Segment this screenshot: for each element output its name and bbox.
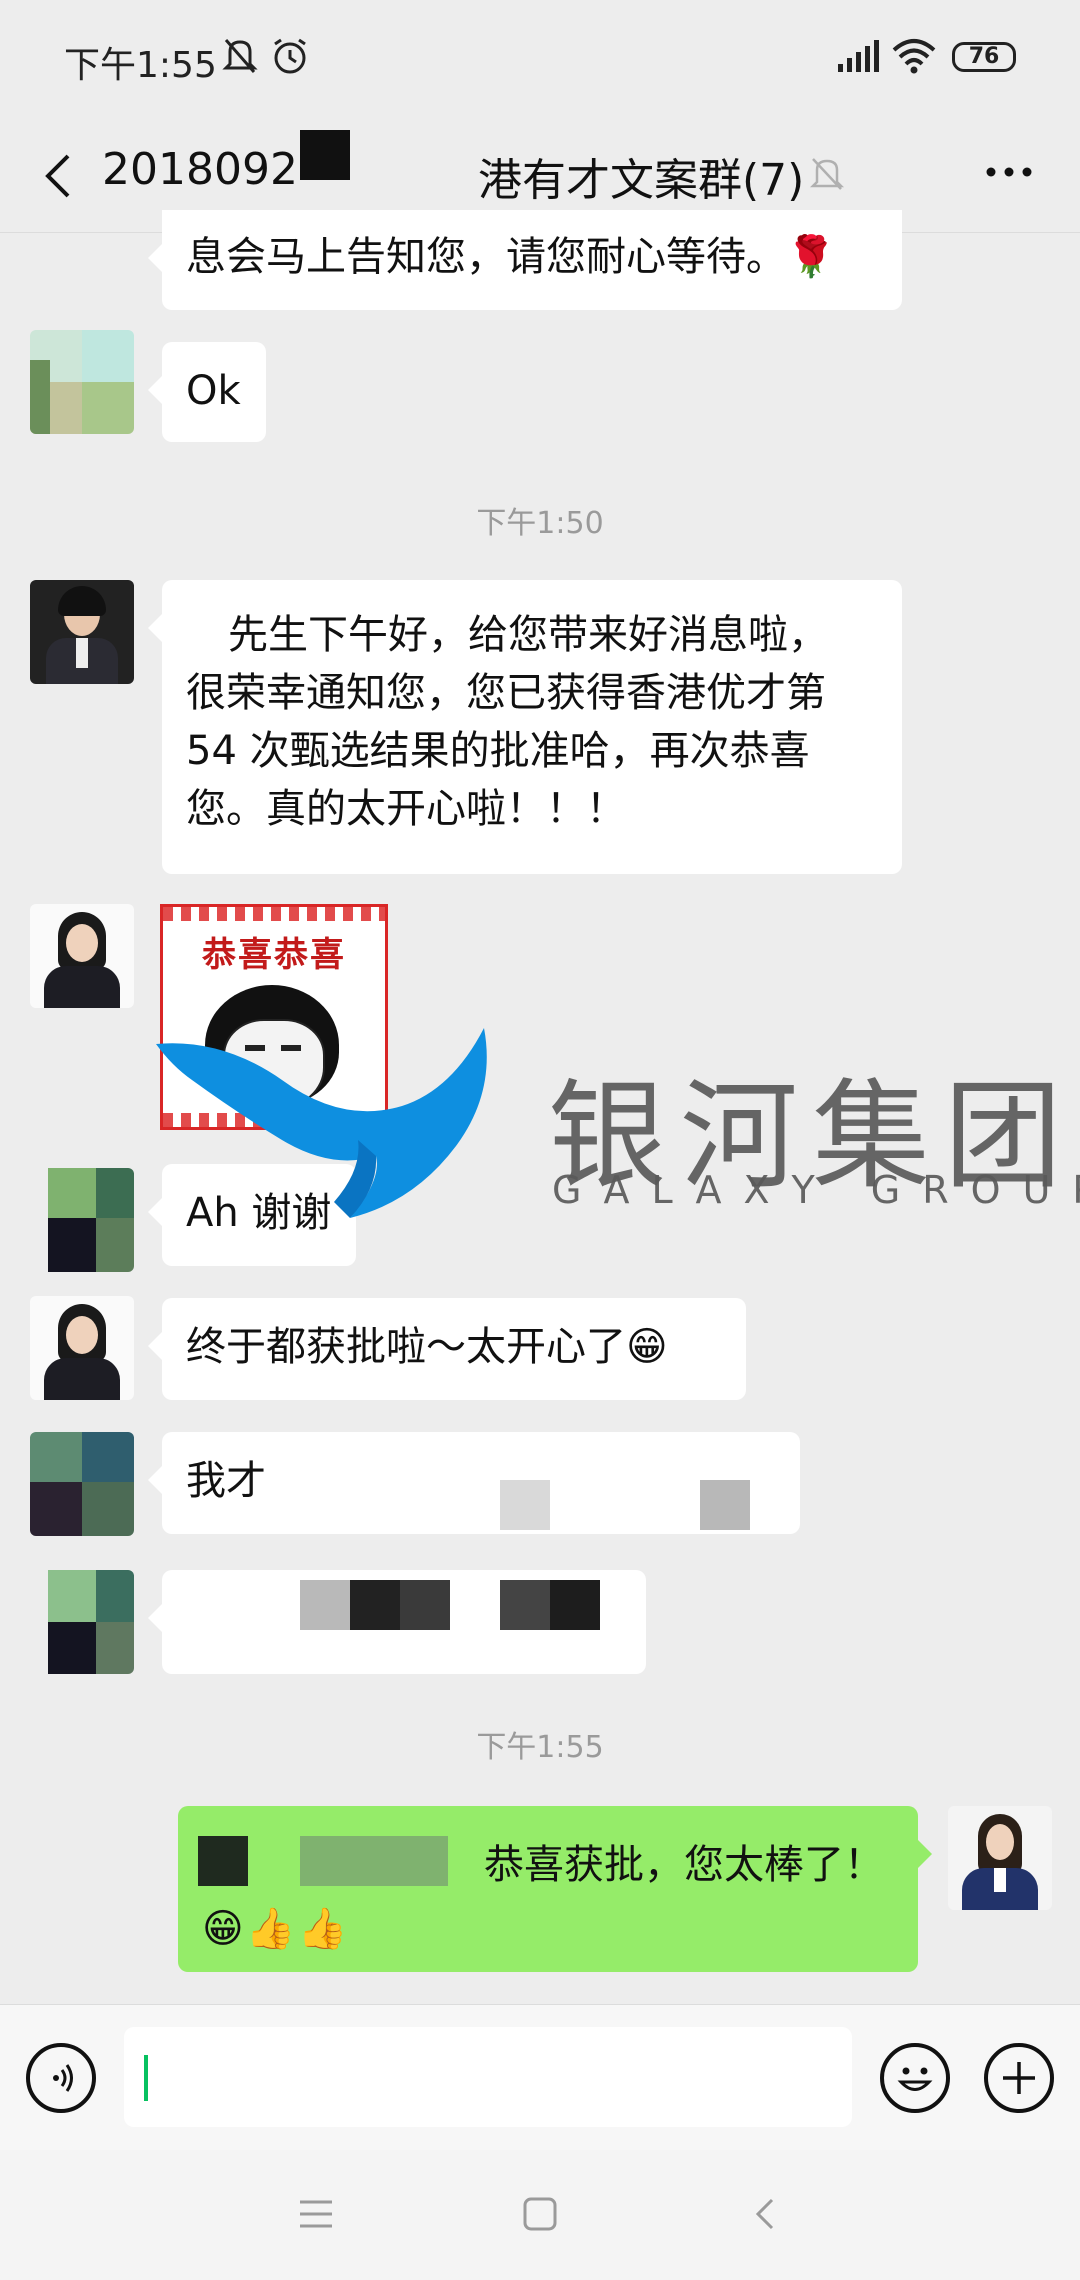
avatar[interactable] xyxy=(30,1296,134,1400)
bell-off-icon xyxy=(809,158,845,190)
signal-icon xyxy=(838,40,879,72)
message-input[interactable] xyxy=(124,2027,852,2127)
message-line: 先生下午好，给您带来好消息啦， xyxy=(228,612,828,658)
sticker-caption: 恭喜恭喜 xyxy=(202,935,346,975)
muted-notification-icon xyxy=(222,39,258,73)
redacted-block xyxy=(300,1580,350,1630)
battery-level: 76 xyxy=(968,44,1000,69)
back-nav-icon[interactable] xyxy=(746,2194,786,2234)
emoji-icon[interactable] xyxy=(880,2043,950,2113)
avatar[interactable] xyxy=(30,904,134,1008)
my-message-bubble[interactable]: 恭喜获批，您太棒了！ 😁👍👍 xyxy=(178,1806,932,1972)
avatar[interactable] xyxy=(30,1570,134,1674)
chat-title-prefix: 2018092 xyxy=(102,144,298,195)
message-bubble[interactable]: 终于都获批啦～太开心了😁 xyxy=(148,1298,746,1400)
redacted-block xyxy=(350,1580,400,1630)
wifi-icon xyxy=(892,39,936,74)
alarm-icon xyxy=(274,38,306,74)
chevron-left-icon[interactable] xyxy=(30,146,90,206)
status-bar: 下午1:55 76 xyxy=(0,0,1080,120)
timestamp: 下午1:50 xyxy=(476,506,604,541)
message-line: 您。真的太开心啦！！！ xyxy=(186,786,626,832)
home-icon[interactable] xyxy=(520,2194,560,2234)
message-bubble[interactable]: Ok xyxy=(148,342,266,442)
plus-icon[interactable] xyxy=(984,2043,1054,2113)
message-text: Ok xyxy=(186,368,241,414)
message-text: 息会马上告知您，请您耐心等待。🌹 xyxy=(186,234,836,280)
avatar[interactable] xyxy=(30,1168,134,1272)
battery-icon: 76 xyxy=(952,42,1016,72)
message-line: 54 次甄选结果的批准哈，再次恭喜 xyxy=(186,728,810,774)
system-navigation-bar xyxy=(0,2150,1080,2280)
avatar[interactable] xyxy=(30,580,134,684)
redacted-block xyxy=(400,1580,450,1630)
text-caret xyxy=(144,2055,148,2101)
status-time: 下午1:55 xyxy=(64,45,217,86)
menu-icon[interactable] xyxy=(296,2196,336,2232)
chat-title: 港有才文案群(7) xyxy=(478,155,805,206)
watermark-logo-icon xyxy=(156,1028,487,1218)
redacted-block xyxy=(300,130,350,180)
message-bubble[interactable] xyxy=(148,1570,646,1674)
more-icon[interactable] xyxy=(976,142,1046,202)
message-bubble[interactable]: 息会马上告知您，请您耐心等待。🌹 xyxy=(148,210,902,310)
input-bar xyxy=(0,2004,1080,2151)
voice-icon[interactable] xyxy=(26,2043,96,2113)
message-text: 终于都获批啦～太开心了😁 xyxy=(186,1324,668,1370)
message-line: 很荣幸通知您，您已获得香港优才第 xyxy=(186,670,826,716)
message-emoji: 😁👍👍 xyxy=(202,1906,350,1952)
redacted-block xyxy=(500,1580,550,1630)
watermark-subtext: GALAXY GROUP xyxy=(552,1168,1080,1212)
message-text: 我才 xyxy=(186,1458,266,1504)
message-bubble[interactable]: 先生下午好，给您带来好消息啦， 很荣幸通知您，您已获得香港优才第 54 次甄选结… xyxy=(148,580,902,874)
avatar[interactable] xyxy=(30,1432,134,1536)
message-bubble[interactable]: 我才 xyxy=(148,1432,800,1534)
my-avatar[interactable] xyxy=(948,1806,1052,1910)
redacted-block xyxy=(300,1836,448,1886)
redacted-block xyxy=(198,1836,248,1886)
avatar[interactable] xyxy=(30,330,134,434)
timestamp: 下午1:55 xyxy=(476,1730,604,1765)
redacted-block xyxy=(550,1580,600,1630)
redacted-block xyxy=(500,1480,550,1530)
redacted-block xyxy=(700,1480,750,1530)
